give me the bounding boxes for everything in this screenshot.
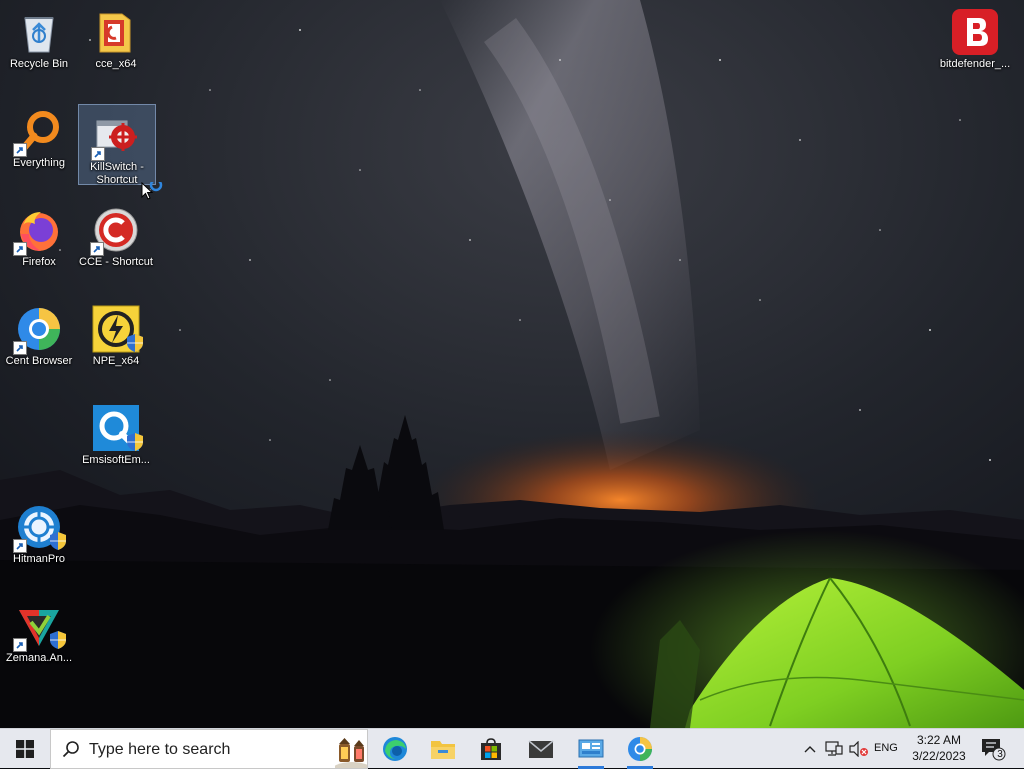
search-box[interactable]: Type here to search [50, 729, 368, 769]
shortcut-arrow-icon [13, 242, 27, 256]
taskbar-file-explorer[interactable] [422, 729, 464, 769]
desktop-icon-killswitch-shortcut[interactable]: KillSwitch - Shortcut [78, 104, 156, 186]
clock-time: 3:22 AM [916, 733, 962, 747]
shortcut-arrow-icon [90, 242, 104, 256]
control-panel-icon [578, 739, 604, 758]
desktop-icon-cent-browser[interactable]: Cent Browser [0, 299, 78, 391]
chevron-up-icon [804, 746, 816, 753]
network-status-button[interactable] [822, 729, 846, 769]
input-language[interactable]: ENG [874, 742, 898, 754]
search-icon [62, 741, 79, 758]
desktop-icon-zemana[interactable]: Zemana.An... [0, 596, 78, 688]
desktop-icon-label: cce_x64 [95, 58, 137, 70]
desktop-icon-label: CCE - Shortcut [79, 256, 153, 268]
show-hidden-icons-button[interactable] [800, 729, 820, 769]
clock[interactable]: 3:22 AM 3/22/2023 [906, 732, 972, 764]
action-center-button[interactable]: 3 [978, 729, 1008, 769]
desktop-icon-everything[interactable]: Everything [0, 101, 78, 193]
desktop-icon-npe-x64[interactable]: NPE_x64 [77, 299, 155, 391]
volume-button[interactable] [847, 729, 871, 769]
recycle-bin-icon [15, 8, 63, 56]
desktop-icon-label: bitdefender_... [939, 58, 1011, 70]
busy-cursor-icon [141, 182, 163, 200]
uac-shield-icon [126, 432, 144, 456]
start-button[interactable] [0, 729, 50, 769]
network-icon [825, 741, 843, 756]
cent-browser-icon [13, 305, 63, 355]
desktop-icon-label: Recycle Bin [9, 58, 69, 70]
shortcut-arrow-icon [91, 147, 105, 161]
magnifier-icon [13, 107, 63, 157]
taskbar-cent-browser[interactable] [619, 729, 661, 769]
shortcut-arrow-icon [13, 341, 27, 355]
taskbar: Type here to search ENG 3:22 AM 3/22/202… [0, 728, 1024, 769]
shortcut-arrow-icon [13, 638, 27, 652]
desktop-icon-label: Cent Browser [5, 355, 73, 367]
desktop-icon-cce-x64[interactable]: cce_x64 [77, 2, 155, 94]
desktop-icon-label: Everything [13, 157, 65, 169]
clock-date: 3/22/2023 [912, 749, 966, 763]
desktop-icon-label: Firefox [22, 256, 56, 268]
desktop-icon-cce-shortcut[interactable]: CCE - Shortcut [77, 200, 155, 292]
volume-muted-icon [849, 741, 868, 757]
norton-power-eraser-icon [92, 305, 143, 353]
mail-icon [528, 740, 554, 758]
shortcut-arrow-icon [13, 539, 27, 553]
folder-archive-icon [92, 8, 140, 56]
notification-count-badge: 3 [997, 749, 1003, 760]
shortcut-arrow-icon [13, 143, 27, 157]
desktop-icon-hitmanpro[interactable]: HitmanPro [0, 497, 78, 589]
search-highlight-lanterns-icon [335, 738, 367, 768]
uac-shield-icon [126, 333, 144, 357]
desktop-icon-emsisoft[interactable]: EmsisoftEm... [77, 398, 155, 490]
taskbar-edge[interactable] [374, 729, 416, 769]
store-icon [481, 738, 501, 760]
desktop-icon-firefox[interactable]: Firefox [0, 200, 78, 292]
zemana-icon [13, 602, 66, 652]
uac-shield-icon [49, 531, 67, 555]
search-placeholder: Type here to search [89, 741, 231, 758]
killswitch-icon [91, 111, 141, 161]
uac-shield-icon [49, 630, 67, 654]
emsisoft-icon [92, 404, 143, 452]
taskbar-store[interactable] [470, 729, 512, 769]
bitdefender-icon [951, 8, 999, 56]
cent-browser-icon [628, 737, 652, 761]
hitmanpro-icon [13, 503, 66, 553]
windows-logo-icon [16, 740, 34, 758]
file-explorer-icon [431, 741, 455, 759]
edge-icon [383, 737, 407, 761]
desktop[interactable]: Recycle Bin cce_x64 Everything KillSwitc… [0, 0, 1024, 728]
desktop-icon-recycle-bin[interactable]: Recycle Bin [0, 2, 78, 94]
desktop-icon-bitdefender[interactable]: bitdefender_... [935, 2, 1015, 94]
firefox-icon [13, 206, 63, 256]
comodo-cleaning-icon [90, 206, 140, 256]
taskbar-mail[interactable] [520, 729, 562, 769]
taskbar-control-panel[interactable] [570, 729, 612, 769]
